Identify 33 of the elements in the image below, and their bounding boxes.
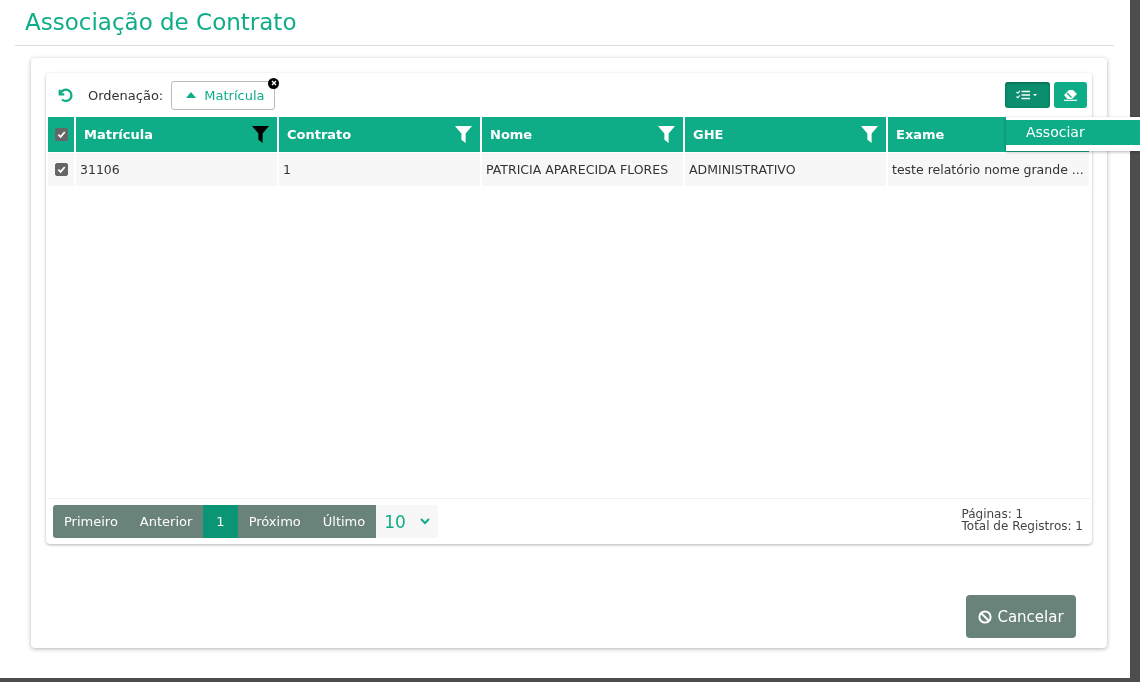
checklist-icon [1015, 90, 1040, 100]
eraser-button[interactable] [1054, 82, 1087, 108]
eraser-icon [1063, 89, 1078, 101]
dialog-title: Associação de Contrato [15, 0, 1114, 46]
checkbox[interactable] [54, 163, 68, 176]
page-button[interactable]: Último [311, 505, 377, 538]
sort-label: Ordenação: [88, 87, 164, 103]
column-header[interactable]: Contrato [279, 117, 480, 152]
actions-button[interactable] [1005, 82, 1050, 108]
table-cell: teste relatório nome grande ... [888, 153, 1089, 186]
page-button[interactable]: Anterior [128, 505, 204, 538]
page-button[interactable]: Próximo [237, 505, 312, 538]
page-size-select[interactable]: 10 [376, 505, 438, 538]
page-count: Páginas: 1 [961, 507, 1024, 520]
record-count: Total de Registros: 1 [961, 519, 1083, 532]
column-header[interactable]: Nome [482, 117, 683, 152]
page-button[interactable]: 1 [203, 505, 238, 538]
page-button[interactable]: Primeiro [53, 505, 129, 538]
refresh-icon[interactable] [56, 86, 74, 104]
sort-chip[interactable]: Matrícula [171, 80, 276, 110]
menu-item[interactable]: Associar [1006, 120, 1140, 145]
table-cell: ADMINISTRATIVO [685, 153, 886, 186]
table-cell: 1 [279, 153, 480, 186]
chevron-down-icon [419, 518, 430, 525]
filter-icon[interactable] [252, 126, 269, 143]
checkbox[interactable] [54, 128, 68, 141]
table-cell: 31106 [76, 153, 277, 186]
table-cell: PATRICIA APARECIDA FLORES [482, 153, 683, 186]
cancel-button[interactable]: Cancelar [966, 595, 1076, 638]
column-header[interactable]: GHE [685, 117, 886, 152]
column-header[interactable]: Matrícula [76, 117, 277, 152]
cancel-icon [978, 609, 993, 624]
remove-icon[interactable] [268, 77, 280, 89]
